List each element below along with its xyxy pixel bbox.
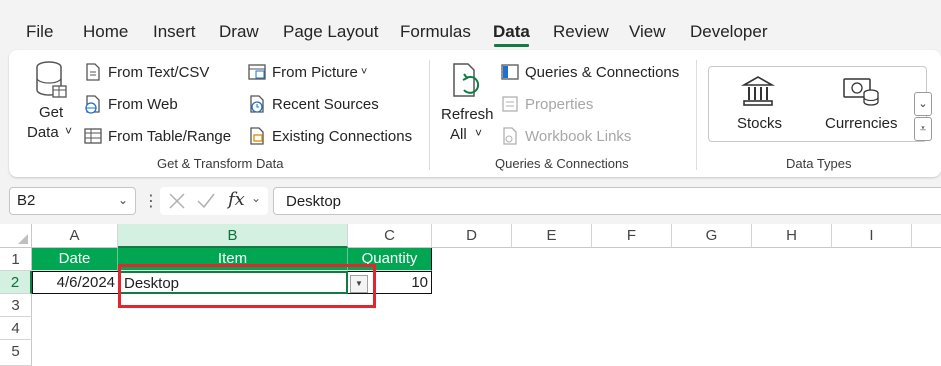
recent-sources-icon [250, 95, 264, 113]
table-header-date[interactable]: Date [32, 248, 118, 271]
recent-sources-label: Recent Sources [272, 95, 379, 113]
from-text-csv-label: From Text/CSV [108, 63, 210, 81]
tab-file[interactable]: File [26, 22, 53, 42]
column-header-g[interactable]: G [672, 224, 752, 248]
recent-sources-button[interactable]: Recent Sources [247, 94, 379, 114]
enter-check-icon[interactable] [196, 192, 216, 210]
data-types-gallery: Stocks Currencies [708, 66, 927, 142]
existing-connections-icon [250, 127, 264, 145]
row-header-3[interactable]: 3 [0, 294, 32, 317]
tab-data[interactable]: Data [493, 22, 530, 42]
tab-developer[interactable]: Developer [690, 22, 768, 42]
get-data-label-2: Data [27, 124, 59, 141]
name-box-value: B2 [17, 192, 36, 209]
chevron-down-icon[interactable]: ⌄ [251, 191, 261, 205]
get-data-label-1: Get [39, 104, 64, 121]
stocks-label: Stocks [737, 115, 783, 132]
refresh-all-label-1: Refresh [441, 106, 494, 123]
currencies-button[interactable]: Currencies [815, 71, 911, 137]
tab-home[interactable]: Home [83, 22, 128, 42]
existing-connections-label: Existing Connections [272, 127, 413, 145]
picture-table-icon [248, 64, 266, 80]
workbook-links-button[interactable]: Workbook Links [500, 126, 631, 146]
workbook-links-label: Workbook Links [525, 127, 632, 145]
cell-a2[interactable]: 4/6/2024 [32, 271, 118, 294]
column-header-d[interactable]: D [432, 224, 512, 248]
formula-controls: fx ⌄ [160, 187, 268, 215]
existing-connections-button[interactable]: Existing Connections [247, 126, 412, 146]
from-web-button[interactable]: From Web [83, 94, 178, 114]
row-header-2[interactable]: 2 [0, 271, 32, 294]
more-options-icon[interactable]: ⋮ [143, 191, 159, 211]
active-tab-indicator [494, 44, 529, 47]
queries-icon [501, 64, 519, 80]
stocks-button[interactable]: Stocks [719, 71, 799, 137]
group-label-queries: Queries & Connections [495, 156, 629, 171]
name-box[interactable]: B2 ⌄ [9, 187, 136, 215]
ribbon-separator [696, 60, 697, 170]
queries-connections-label: Queries & Connections [525, 63, 680, 81]
worksheet-grid: A B C D E F G H I 1 2 3 4 5 Date Item Qu… [0, 224, 941, 366]
refresh-all-label-2: All [450, 126, 467, 143]
refresh-icon [453, 63, 480, 97]
from-web-label: From Web [108, 95, 178, 113]
tab-view[interactable]: View [629, 22, 666, 42]
table-icon [84, 128, 102, 144]
workbook-links-icon [503, 127, 517, 145]
currency-icon [843, 78, 879, 106]
tab-draw[interactable]: Draw [219, 22, 259, 42]
properties-label: Properties [525, 95, 594, 113]
insert-function-icon[interactable]: fx [228, 189, 245, 210]
highlight-box [118, 264, 376, 308]
column-header-h[interactable]: H [752, 224, 832, 248]
row-header-4[interactable]: 4 [0, 317, 32, 340]
database-icon [36, 61, 67, 98]
column-header-e[interactable]: E [512, 224, 592, 248]
tab-page-layout[interactable]: Page Layout [283, 22, 378, 42]
chevron-down-icon: ˅ [65, 124, 73, 138]
chevron-down-icon: ˅ [475, 126, 483, 140]
column-header-c[interactable]: C [348, 224, 432, 248]
row-header-5[interactable]: 5 [0, 340, 32, 366]
web-file-icon [85, 95, 100, 114]
column-header-i[interactable]: I [832, 224, 912, 248]
chevron-down-icon: ˅ [360, 66, 368, 78]
column-header-f[interactable]: F [592, 224, 672, 248]
ribbon-separator [429, 60, 430, 170]
group-label-get-transform: Get & Transform Data [157, 156, 284, 171]
column-header-b[interactable]: B [118, 224, 348, 248]
from-table-range-label: From Table/Range [108, 127, 232, 145]
formula-input[interactable]: Desktop [273, 187, 941, 215]
bank-icon [741, 76, 775, 106]
refresh-all-button[interactable]: Refresh All ˅ [437, 58, 495, 148]
column-header-a[interactable]: A [32, 224, 118, 248]
gallery-expand-button[interactable]: ⩡ [914, 117, 932, 141]
ribbon: Get Data ˅ From Text/CSV From Web From T… [9, 50, 941, 177]
properties-button[interactable]: Properties [500, 94, 593, 114]
row-header-1[interactable]: 1 [0, 248, 32, 271]
from-picture-button[interactable]: From Picture ˅ [247, 62, 367, 82]
column-header-j[interactable] [912, 224, 941, 248]
chevron-down-icon[interactable]: ⌄ [118, 193, 128, 207]
cancel-icon[interactable] [168, 192, 186, 210]
text-file-icon [86, 63, 100, 81]
formula-value: Desktop [286, 193, 342, 210]
from-picture-label: From Picture [272, 63, 358, 81]
currencies-label: Currencies [825, 115, 898, 132]
tab-review[interactable]: Review [553, 22, 609, 42]
menu-bar: File Home Insert Draw Page Layout Formul… [0, 0, 941, 50]
tab-formulas[interactable]: Formulas [400, 22, 471, 42]
tab-insert[interactable]: Insert [153, 22, 196, 42]
queries-connections-button[interactable]: Queries & Connections [500, 62, 679, 82]
get-data-button[interactable]: Get Data ˅ [19, 58, 83, 148]
from-table-range-button[interactable]: From Table/Range [83, 126, 231, 146]
gallery-scroll-down-button[interactable]: ⌄ [914, 92, 932, 116]
select-all-button[interactable] [0, 224, 32, 248]
from-text-csv-button[interactable]: From Text/CSV [83, 62, 209, 82]
properties-icon [502, 96, 518, 112]
group-label-data-types: Data Types [786, 156, 852, 171]
